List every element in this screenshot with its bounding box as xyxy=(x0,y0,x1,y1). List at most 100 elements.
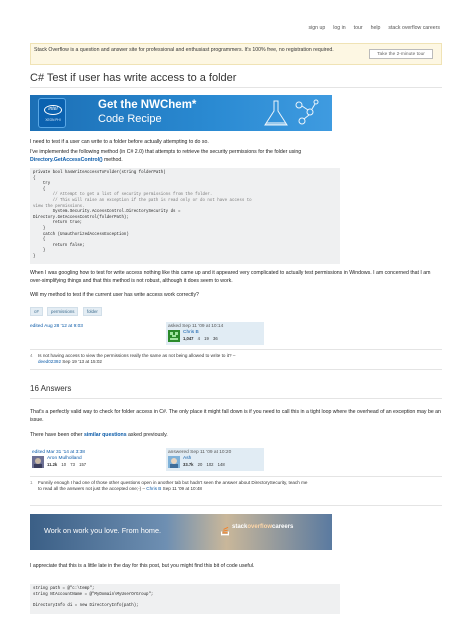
comment-time: Sep 19 '13 at 15:02 xyxy=(62,359,102,364)
divider xyxy=(30,398,442,399)
code-line: // Attempt to get a list of security per… xyxy=(33,193,213,198)
asked-time: asked Sep 11 '09 at 10:14 xyxy=(168,324,224,329)
welcome-message: Stack Overflow is a question and answer … xyxy=(34,47,334,53)
comment-author[interactable]: deed02392 xyxy=(38,359,61,364)
asker-reputation: 1,047 4 19 36 xyxy=(183,336,218,341)
question-paragraph: When I was googling how to test for writ… xyxy=(30,270,431,284)
bronze-badges: 36 xyxy=(213,336,218,341)
gold-badges: 10 xyxy=(61,462,67,467)
question-paragraph: I need to test if a user can write to a … xyxy=(30,139,209,145)
answer-paragraph: That's a perfectly valid way to check fo… xyxy=(30,409,441,423)
code-line: return true; xyxy=(33,221,83,226)
tour-link[interactable]: tour xyxy=(354,25,363,31)
question-paragraph: I've implemented the following method (i… xyxy=(30,149,442,164)
stackoverflow-logo-icon xyxy=(221,526,229,536)
code-line: try xyxy=(33,182,51,187)
divider xyxy=(30,349,442,350)
reputation-score: 33.7k xyxy=(183,462,194,467)
ad-headline: Work on work you love. From home. xyxy=(44,526,162,535)
gold-badges: 4 xyxy=(197,336,200,341)
code-line: DirectoryInfo di = new DirectoryInfo(pat… xyxy=(33,603,139,608)
ad-headline: Get the NWChem* xyxy=(98,99,197,111)
comment-body: Funnily enough I had one of those other … xyxy=(38,480,308,492)
bronze-badges: 148 xyxy=(217,462,225,467)
answer-paragraph: There have been other similar questions … xyxy=(30,432,442,440)
editor-reputation: 11.2k 10 73 157 xyxy=(47,462,86,467)
code-line: { xyxy=(33,187,46,192)
top-nav: sign up log in tour help stack overflow … xyxy=(308,25,440,31)
edited-link[interactable]: edited Mar 31 '14 at 3:38 xyxy=(32,450,85,455)
getaccesscontrol-link[interactable]: Directory.GetAccessControl() xyxy=(30,157,103,163)
editor-name[interactable]: Aron Mulholland xyxy=(47,456,82,461)
code-block: string path = @"c:\temp"; string NtAccou… xyxy=(30,584,340,614)
comment-body: Is not having access to view the permiss… xyxy=(38,353,438,365)
divider xyxy=(30,505,442,506)
code-line: return false; xyxy=(33,243,85,248)
asker-name[interactable]: Chris B xyxy=(183,330,199,335)
signup-link[interactable]: sign up xyxy=(308,25,325,31)
code-line: Directory.GetAccessControl(folderPath); xyxy=(33,215,129,220)
answer-text: There have been other xyxy=(30,432,84,438)
comment-votes: 4 xyxy=(30,353,33,358)
tag-csharp[interactable]: c# xyxy=(30,307,43,316)
code-block: private bool hasWriteAccessToFolder(stri… xyxy=(30,168,340,264)
silver-badges: 102 xyxy=(206,462,214,467)
reputation-score: 11.2k xyxy=(47,462,58,467)
careers-ad-banner[interactable]: Work on work you love. From home. stacko… xyxy=(30,514,332,550)
edited-link[interactable]: edited Aug 28 '12 at 9:03 xyxy=(30,324,83,329)
divider xyxy=(30,476,442,477)
intel-logo-text: intel xyxy=(44,105,62,115)
careers-logo-text: stackoverflowcareers xyxy=(232,524,293,530)
logo-part: overflow xyxy=(247,524,273,530)
avatar[interactable] xyxy=(168,330,180,342)
avatar[interactable] xyxy=(168,456,180,468)
similar-questions-link[interactable]: similar questions xyxy=(84,432,127,438)
tag-folder[interactable]: folder xyxy=(82,307,102,316)
ad-subheadline: Code Recipe xyxy=(98,113,162,125)
flask-molecule-icon xyxy=(264,99,319,126)
reputation-score: 1,047 xyxy=(183,336,194,341)
avatar[interactable] xyxy=(32,456,44,468)
divider xyxy=(30,87,442,88)
login-link[interactable]: log in xyxy=(333,25,345,31)
gold-badges: 20 xyxy=(197,462,203,467)
answerer-reputation: 33.7k 20 102 148 xyxy=(183,462,225,467)
code-line: view the permissions. xyxy=(33,204,85,209)
code-line: } xyxy=(33,249,46,254)
code-line: string NtAccountName = @"MyDomain\MyUser… xyxy=(33,592,154,597)
tour-button[interactable]: Take the 2-minute tour xyxy=(369,49,433,59)
intel-ad-banner[interactable]: intel XEON PHI Get the NWChem* Code Reci… xyxy=(30,95,332,131)
code-line: // This will raise an exception if the p… xyxy=(33,198,252,203)
answerer-name[interactable]: Ash xyxy=(183,456,191,461)
intel-logo-subtext: XEON PHI xyxy=(45,118,61,122)
code-content: string path = @"c:\temp"; string NtAccou… xyxy=(33,587,153,609)
silver-badges: 19 xyxy=(204,336,209,341)
editor-card: edited Mar 31 '14 at 3:38 Aron Mulhollan… xyxy=(30,448,128,471)
divider xyxy=(30,369,442,370)
bronze-badges: 157 xyxy=(79,462,87,467)
help-link[interactable]: help xyxy=(371,25,381,31)
question-text: method. xyxy=(102,156,123,163)
question-paragraph: Will my method to test if the current us… xyxy=(30,292,199,298)
tag-list: c# permissions folder xyxy=(30,307,105,316)
code-line: } xyxy=(33,254,36,259)
edit-info: edited Aug 28 '12 at 9:03 xyxy=(30,322,128,345)
asker-card: asked Sep 11 '09 at 10:14 Chris B 1,047 … xyxy=(166,322,264,345)
code-line: catch (UnauthorizedAccessException) xyxy=(33,232,129,237)
tag-permissions[interactable]: permissions xyxy=(47,307,79,316)
careers-link[interactable]: stack overflow careers xyxy=(388,25,440,31)
code-content: private bool hasWriteAccessToFolder(stri… xyxy=(33,171,252,261)
answer-text: asked previously. xyxy=(126,432,168,438)
logo-part: careers xyxy=(272,524,294,530)
answerer-card: answered Sep 11 '09 at 10:20 Ash 33.7k 2… xyxy=(166,448,264,471)
silver-badges: 73 xyxy=(70,462,75,467)
question-text: I've implemented the following method (i… xyxy=(30,149,302,155)
code-line: } xyxy=(33,226,46,231)
code-line: { xyxy=(33,176,36,181)
answers-count: 16 Answers xyxy=(30,384,72,393)
code-line: string path = @"c:\temp"; xyxy=(33,587,95,591)
comment-author[interactable]: Chris B xyxy=(146,486,161,491)
welcome-banner: Stack Overflow is a question and answer … xyxy=(30,43,442,65)
comment-text: Is not having access to view the permiss… xyxy=(38,353,236,358)
question-title[interactable]: C# Test if user has write access to a fo… xyxy=(30,72,236,84)
